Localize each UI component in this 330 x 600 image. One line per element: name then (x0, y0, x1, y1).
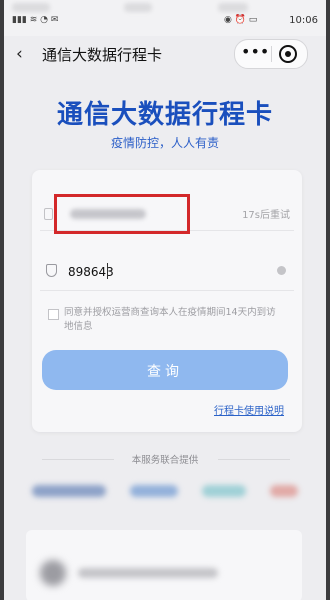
more-icon[interactable]: ••• (241, 42, 269, 64)
carrier-logo-2 (130, 485, 178, 497)
clear-input-icon[interactable] (277, 266, 286, 275)
resend-code-button[interactable]: 17s后重试 (242, 206, 290, 221)
system-icons: ◉ ⏰ ▭ (224, 15, 258, 25)
carrier-logo-3 (202, 485, 246, 497)
red-highlight-box (54, 194, 190, 234)
status-blur-right (218, 3, 248, 12)
carrier-logo-1 (32, 485, 106, 497)
hero-subtitle: 疫情防控，人人有责 (110, 136, 219, 150)
hero-title: 通信大数据行程卡 (56, 100, 273, 130)
usage-guide-link[interactable]: 行程卡使用说明 (214, 402, 284, 417)
consent-text: 同意并授权运营商查询本人在疫情期间14天内到访地信息 (64, 307, 276, 332)
signal-icon: ▮▮▮ ≋ ◔ ✉ (12, 15, 59, 25)
capsule-divider (271, 46, 272, 62)
avatar (40, 560, 66, 586)
code-row (40, 252, 294, 291)
divider-right (218, 459, 290, 460)
status-time: 10:06 (289, 15, 318, 26)
bottom-text-redacted (78, 568, 218, 578)
phone-icon (44, 208, 53, 220)
verification-code-input[interactable] (66, 261, 230, 283)
back-arrow-icon[interactable]: ‹ (16, 44, 23, 64)
close-circle-icon[interactable] (279, 45, 297, 63)
consent-checkbox[interactable] (48, 309, 59, 320)
text-caret (107, 263, 108, 279)
carrier-logo-4 (270, 485, 298, 497)
phone-screen: ▮▮▮ ≋ ◔ ✉ ◉ ⏰ ▭ 10:06 ‹ 通信大数据行程卡 ••• 通信大… (4, 0, 326, 600)
query-card: 17s后重试 同意并授权运营商查询本人在疫情期间14天内到访地信息 查询 行程卡… (32, 170, 302, 432)
nav-bar: ‹ 通信大数据行程卡 ••• (4, 36, 326, 72)
shield-icon (46, 264, 57, 277)
query-button[interactable]: 查询 (42, 350, 288, 390)
status-blur-left (12, 3, 50, 12)
status-blur-mid (124, 3, 152, 12)
status-bar: ▮▮▮ ≋ ◔ ✉ ◉ ⏰ ▭ 10:06 (4, 0, 326, 36)
mini-program-capsule: ••• (234, 39, 308, 69)
bottom-card (26, 530, 302, 600)
nav-title: 通信大数据行程卡 (42, 46, 163, 64)
